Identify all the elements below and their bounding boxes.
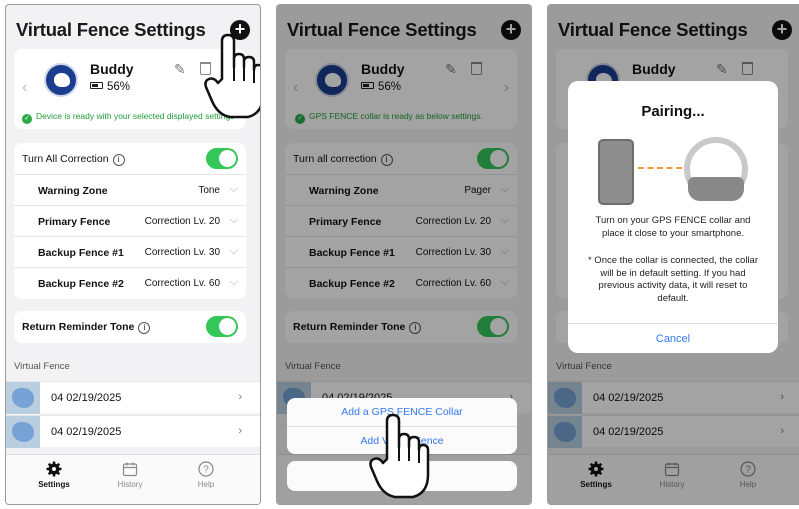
chevron-right-icon: › [238, 425, 242, 437]
row-label: Backup Fence #1 [38, 247, 124, 259]
row-value: Tone [198, 185, 220, 196]
settings-screen: Virtual Fence Settings + ‹ Buddy 56% ✎ ✓… [5, 4, 261, 505]
list-item[interactable]: 04 02/19/2025 › [6, 415, 260, 448]
turn-all-correction-row: Turn All Correction i [14, 143, 246, 175]
correction-toggle[interactable] [206, 148, 238, 169]
check-icon: ✓ [22, 114, 32, 124]
tab-label: Help [197, 480, 215, 489]
correction-label: Turn All Correction i [22, 153, 125, 166]
list-item[interactable]: 04 02/19/2025 › [6, 381, 260, 414]
pointing-hand-icon [369, 413, 430, 499]
fence-name: 04 02/19/2025 [51, 426, 122, 438]
tab-label: History [117, 480, 143, 489]
avatar [44, 63, 78, 97]
tab-help[interactable]: ? Help [176, 461, 236, 489]
section-label: Virtual Fence [14, 361, 70, 372]
page-title: Virtual Fence Settings [16, 19, 206, 40]
map-thumbnail [6, 416, 40, 448]
reminder-row: Return Reminder Tone i [14, 311, 246, 343]
row-label: Warning Zone [38, 185, 108, 197]
row-label: Primary Fence [38, 216, 111, 228]
gear-icon [46, 461, 62, 477]
cancel-button[interactable]: Cancel [568, 323, 778, 353]
reminder-toggle[interactable] [206, 316, 238, 337]
info-icon[interactable]: i [112, 154, 125, 166]
question-icon: ? [198, 461, 214, 477]
pointing-hand-icon [204, 33, 260, 119]
pairing-dialog: Pairing... Turn on your GPS FENCE collar… [568, 81, 778, 353]
chevron-down-icon: ⌵ [229, 245, 238, 257]
tab-history[interactable]: History [100, 461, 160, 489]
backup-fence-2-row[interactable]: Backup Fence #2 Correction Lv. 60 ⌵ [14, 267, 246, 299]
fence-name: 04 02/19/2025 [51, 392, 122, 404]
map-thumbnail [6, 382, 40, 414]
pet-name: Buddy [90, 61, 134, 77]
device-status: ✓ Device is ready with your selected disp… [22, 111, 234, 124]
battery-icon [90, 82, 103, 89]
correction-settings: Turn All Correction i Warning Zone Tone ⌵… [14, 143, 246, 299]
row-value: Correction Lv. 60 [144, 278, 220, 289]
chevron-right-icon: › [238, 391, 242, 403]
add-menu-screen: Virtual Fence Settings + ‹ › Buddy 56% ✎… [276, 4, 532, 505]
pencil-icon[interactable]: ✎ [174, 61, 186, 78]
collar-device-icon [688, 177, 744, 201]
calendar-icon [122, 462, 138, 477]
row-value: Correction Lv. 30 [144, 247, 220, 258]
svg-text:?: ? [203, 465, 209, 476]
smartphone-icon [598, 139, 634, 205]
tab-settings[interactable]: Settings [24, 461, 84, 489]
battery-level: 56% [90, 81, 130, 93]
battery-value: 56% [107, 81, 131, 93]
tab-bar: Settings History ? Help [6, 454, 260, 504]
row-label: Backup Fence #2 [38, 278, 124, 290]
chevron-down-icon: ⌵ [229, 214, 238, 226]
chevron-down-icon: ⌵ [229, 276, 238, 288]
reminder-label: Return Reminder Tone i [22, 321, 151, 334]
dialog-title: Pairing... [641, 103, 705, 120]
chevron-down-icon: ⌵ [229, 183, 238, 195]
warning-zone-row[interactable]: Warning Zone Tone ⌵ [14, 174, 246, 206]
row-value: Correction Lv. 20 [144, 216, 220, 227]
connection-line [638, 167, 682, 169]
pairing-note: * Once the collar is connected, the coll… [587, 255, 759, 304]
pairing-screen: Virtual Fence Settings + Buddy ✎ Virtual… [547, 4, 799, 505]
backup-fence-1-row[interactable]: Backup Fence #1 Correction Lv. 30 ⌵ [14, 236, 246, 268]
dog-icon [54, 73, 70, 87]
pairing-instruction: Turn on your GPS FENCE collar and place … [595, 215, 751, 239]
tab-label: Settings [38, 480, 70, 489]
primary-fence-row[interactable]: Primary Fence Correction Lv. 20 ⌵ [14, 205, 246, 237]
chevron-left-icon[interactable]: ‹ [22, 79, 27, 97]
info-icon[interactable]: i [138, 322, 151, 334]
